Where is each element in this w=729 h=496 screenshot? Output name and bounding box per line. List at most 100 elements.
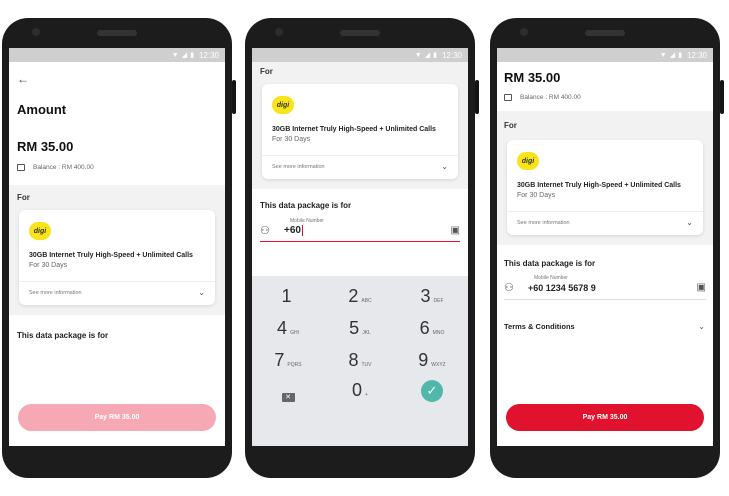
status-time: 12:30 <box>198 50 219 60</box>
key-2[interactable]: 2 ABC <box>324 286 396 307</box>
wallet-icon <box>17 164 25 171</box>
battery-icon: ▮ <box>678 51 682 59</box>
status-time: 12:30 <box>686 50 707 60</box>
people-icon: ⚇ <box>504 282 514 294</box>
backspace-icon: ✕ <box>281 393 295 402</box>
package-title: 30GB Internet Truly High-Speed + Unlimit… <box>29 252 193 259</box>
key-digit: 7 <box>274 350 285 370</box>
status-time: 12:30 <box>441 50 462 60</box>
key-digit: 9 <box>418 350 429 370</box>
wifi-icon: ▼ <box>659 51 667 59</box>
chevron-down-icon[interactable]: ⌄ <box>698 322 705 331</box>
data-for-label: This data package is for <box>260 201 352 210</box>
see-more-row[interactable]: See more information ⌄ <box>262 155 458 179</box>
see-more-link[interactable]: See more information <box>29 290 82 296</box>
speaker <box>585 30 625 36</box>
screen-mobile-entry: ▼ ◢ ▮ 12:30 For digi 30GB Internet Truly… <box>252 48 468 446</box>
mobile-number-input[interactable]: +60 <box>284 225 301 236</box>
key-7[interactable]: 7 PQRS <box>252 350 324 371</box>
key-letters: DEF <box>433 298 444 304</box>
key-4[interactable]: 4 GHI <box>252 318 324 339</box>
data-for-label: This data package is for <box>504 259 596 268</box>
key-digit: 6 <box>419 318 430 338</box>
key-digit: 5 <box>349 318 360 338</box>
data-for-label: This data package is for <box>17 331 109 340</box>
package-card[interactable]: digi 30GB Internet Truly High-Speed + Un… <box>507 140 703 235</box>
key-letters: WXYZ <box>431 362 446 368</box>
see-more-link[interactable]: See more information <box>272 164 325 170</box>
signal-icon: ◢ <box>424 51 431 59</box>
key-1[interactable]: 1 <box>252 286 324 307</box>
key-letters: GHI <box>290 330 299 336</box>
terms-conditions-label[interactable]: Terms & Conditions <box>504 322 575 331</box>
balance-row: Balance : RM 400.00 <box>17 164 217 171</box>
done-key[interactable]: ✓ <box>396 380 468 402</box>
speaker <box>340 30 380 36</box>
phone-amount: ▼ ◢ ▮ 12:30 ← Amount RM 35.00 Balance : … <box>2 18 236 478</box>
camera <box>275 28 283 36</box>
battery-icon: ▮ <box>190 51 194 59</box>
package-duration: For 30 Days <box>517 192 556 199</box>
for-label: For <box>260 67 273 76</box>
mobile-row: ⚇ +60 1234 5678 9 ▣ <box>504 281 706 294</box>
digi-logo-icon: digi <box>517 152 539 170</box>
screen-confirm: ▼ ◢ ▮ 12:30 RM 35.00 Balance : RM 400.00… <box>497 48 713 446</box>
key-3[interactable]: 3 DEF <box>396 286 468 307</box>
mobile-row: ⚇ +60 ▣ <box>260 224 460 237</box>
key-letters: JKL <box>362 330 371 336</box>
wifi-icon: ▼ <box>171 51 179 59</box>
for-label: For <box>17 193 30 202</box>
screen-amount: ▼ ◢ ▮ 12:30 ← Amount RM 35.00 Balance : … <box>9 48 225 446</box>
back-arrow-icon[interactable]: ← <box>17 72 217 86</box>
key-5[interactable]: 5 JKL <box>324 318 396 339</box>
package-duration: For 30 Days <box>29 262 68 269</box>
side-button <box>720 80 724 114</box>
key-letters: ABC <box>361 298 372 304</box>
amount-value: RM 35.00 <box>504 70 561 85</box>
key-digit: 2 <box>348 286 359 306</box>
page-title: Amount <box>17 102 67 117</box>
wifi-icon: ▼ <box>414 51 422 59</box>
terms-row[interactable]: Terms & Conditions ⌄ <box>504 322 705 331</box>
key-digit: 3 <box>420 286 431 306</box>
see-more-row[interactable]: See more information ⌄ <box>19 281 215 305</box>
mobile-number-field[interactable]: Mobile Number ⚇ +60 ▣ <box>260 218 460 242</box>
chevron-down-icon[interactable]: ⌄ <box>686 219 693 227</box>
pay-button[interactable]: Pay RM 35.00 <box>506 404 704 431</box>
key-6[interactable]: 6 MNO <box>396 318 468 339</box>
contact-book-icon[interactable]: ▣ <box>697 282 706 293</box>
see-more-row[interactable]: See more information ⌄ <box>507 211 703 235</box>
see-more-link[interactable]: See more information <box>517 220 570 226</box>
key-letters: TUV <box>361 362 372 368</box>
key-9[interactable]: 9 WXYZ <box>396 350 468 371</box>
speaker <box>97 30 137 36</box>
people-icon: ⚇ <box>260 225 270 237</box>
key-0[interactable]: 0 + <box>324 380 396 401</box>
mobile-number-field[interactable]: Mobile Number ⚇ +60 1234 5678 9 ▣ <box>504 275 706 300</box>
package-title: 30GB Internet Truly High-Speed + Unlimit… <box>272 126 436 133</box>
balance-row: Balance : RM 400.00 <box>504 94 706 101</box>
side-button <box>475 80 479 114</box>
chevron-down-icon[interactable]: ⌄ <box>441 163 448 171</box>
mobile-number-input[interactable]: +60 1234 5678 9 <box>528 283 596 293</box>
package-section: For digi 30GB Internet Truly High-Speed … <box>9 185 225 315</box>
package-title: 30GB Internet Truly High-Speed + Unlimit… <box>517 182 681 189</box>
package-section: For digi 30GB Internet Truly High-Speed … <box>252 62 468 189</box>
pay-button[interactable]: Pay RM 35.00 <box>18 404 216 431</box>
key-letters: + <box>365 392 368 398</box>
camera <box>32 28 40 36</box>
chevron-down-icon[interactable]: ⌄ <box>198 289 205 297</box>
key-8[interactable]: 8 TUV <box>324 350 396 371</box>
package-card[interactable]: digi 30GB Internet Truly High-Speed + Un… <box>262 84 458 179</box>
phone-keypad: ▼ ◢ ▮ 12:30 For digi 30GB Internet Truly… <box>245 18 479 478</box>
numeric-keypad: 1 2 ABC 3 DEF 4 GHI 5 JKL 6 MNO 7 PQRS 8 TUV 9W… <box>252 276 468 446</box>
signal-icon: ◢ <box>669 51 676 59</box>
package-card[interactable]: digi 30GB Internet Truly High-Speed + Un… <box>19 210 215 305</box>
status-bar: ▼ ◢ ▮ 12:30 <box>252 48 468 62</box>
text-cursor <box>301 225 303 236</box>
package-section: For digi 30GB Internet Truly High-Speed … <box>497 111 713 245</box>
contact-book-icon[interactable]: ▣ <box>451 225 460 236</box>
for-label: For <box>504 121 517 130</box>
digi-logo-icon: digi <box>272 96 294 114</box>
backspace-key[interactable]: ✕ <box>252 386 324 404</box>
